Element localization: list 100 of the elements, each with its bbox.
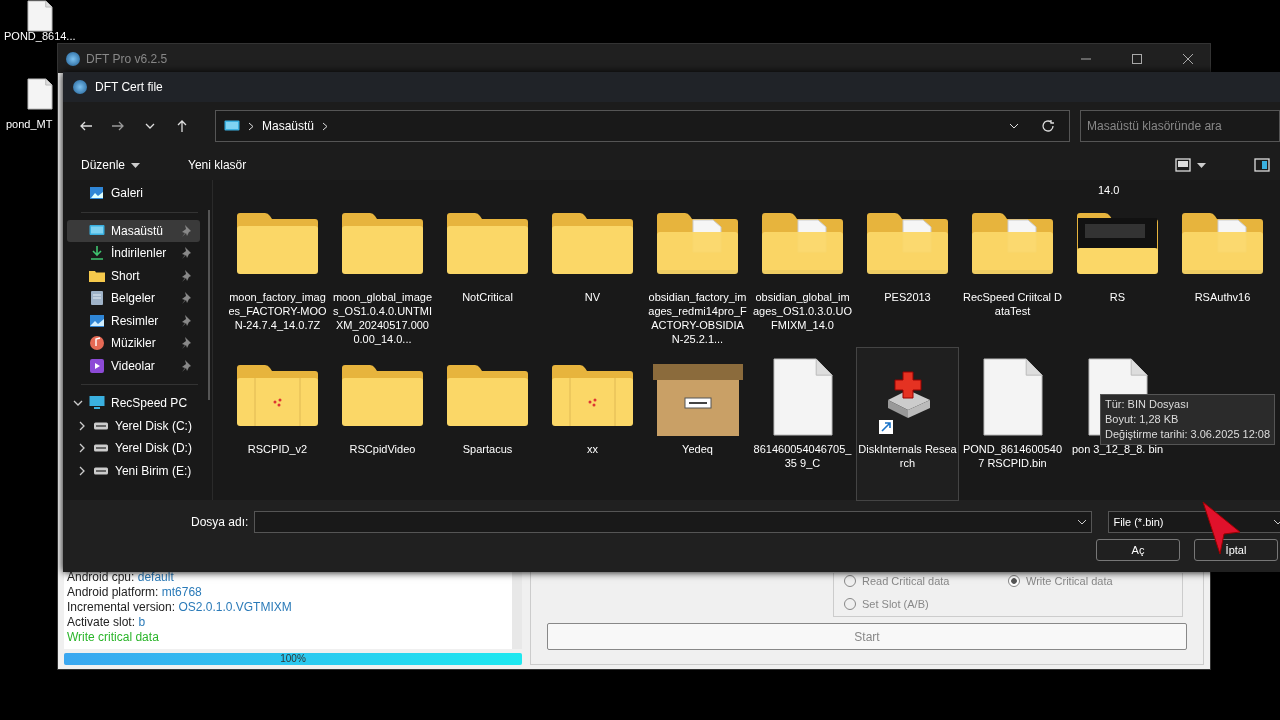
dropdown-caret-icon (1077, 519, 1088, 525)
file-item[interactable]: Spartacus (437, 348, 538, 500)
folder-with-document-icon (760, 212, 845, 274)
file-name: 14.0 (1098, 183, 1120, 198)
file-item[interactable]: RSCpidVideo (332, 348, 433, 500)
caret-icon (131, 162, 141, 168)
folder-icon (550, 364, 635, 426)
file-item[interactable]: RSAuthv16 (1172, 196, 1273, 348)
log-line: Android cpu: default (67, 570, 175, 585)
refresh-icon (1041, 119, 1055, 133)
dialog-title: DFT Cert file (95, 79, 163, 96)
preview-pane-icon (1254, 158, 1270, 172)
file-item[interactable]: moon_global_images_OS1.0.4.0.UNTMIXM_20240517.0000.00_14.0... (332, 196, 433, 348)
collapsed-chevron-icon[interactable] (77, 420, 87, 431)
download-icon (89, 245, 105, 262)
chevron-icon (322, 121, 329, 131)
folder-icon (445, 212, 530, 274)
sidebar-item[interactable]: Yeni Birim (E:) (67, 459, 200, 482)
folder-icon (445, 364, 530, 426)
file-item[interactable]: 861460054046705_35 9_C (752, 348, 853, 500)
sidebar-item[interactable]: Resimler (67, 309, 200, 332)
sidebar-item[interactable]: İndirilenler (67, 242, 200, 265)
folder-icon (235, 212, 320, 274)
back-arrow-icon (79, 119, 93, 133)
field-label: Dosya adı: (191, 514, 249, 531)
sidebar-item[interactable]: Belgeler (67, 287, 200, 310)
file-name-field[interactable] (254, 511, 1093, 533)
folder-with-document-icon (970, 212, 1055, 274)
caret-icon (1197, 162, 1206, 168)
file-item[interactable]: NotCritical (437, 196, 538, 348)
desktop-icon (224, 120, 240, 132)
view-icon (1175, 158, 1191, 172)
music-icon (89, 335, 105, 352)
tooltip-line: Değiştirme tarihi: 3.06.2025 12:08 (1105, 427, 1271, 442)
sidebar-item[interactable]: Galeri (67, 182, 200, 205)
folder-with-document-icon (655, 212, 740, 274)
breadcrumb-item[interactable]: Masaüstü (262, 117, 315, 135)
computer-icon (89, 395, 105, 412)
chevron-icon (248, 121, 254, 131)
file-icon (772, 358, 833, 436)
drive-icon (93, 466, 109, 475)
folder-icon (235, 364, 320, 426)
sidebar-item[interactable]: Short (67, 264, 200, 287)
file-item[interactable]: POND_8614600540 7 RSCPID.bin (962, 348, 1063, 500)
video-icon (89, 357, 105, 374)
folder-with-screenshot-icon (1075, 212, 1160, 274)
up-arrow-icon (175, 119, 189, 133)
open-button[interactable]: Aç (1096, 539, 1180, 561)
file-item[interactable]: RS (1067, 196, 1168, 348)
collapsed-chevron-icon[interactable] (77, 443, 87, 454)
desktop-icon-label[interactable]: POND_8614... (4, 30, 76, 42)
file-item[interactable]: moon_factory_images_FACTORY-MOON-24.7.4_14.0.7Z (227, 196, 328, 348)
file-item[interactable]: NV (542, 196, 643, 348)
window-title: DFT Pro v6.2.5 (86, 50, 169, 68)
search-field[interactable]: Masaüstü klasöründe ara (1080, 110, 1280, 142)
file-item[interactable]: RecSpeed Criitcal DataTest (962, 196, 1063, 348)
log-line: Incremental version: OS2.0.1.0.VGTMIXM (67, 600, 293, 615)
cancel-button[interactable]: İptal (1194, 539, 1278, 561)
log-line: Android platform: mt6768 (67, 585, 203, 600)
file-icon (982, 358, 1043, 436)
app-logo-icon (66, 51, 80, 66)
file-item[interactable]: PES2013 (857, 196, 958, 348)
log-line: Activate slot: b (67, 615, 147, 630)
address-bar[interactable]: Masaüstü (215, 110, 1070, 142)
maximize-icon (1130, 53, 1143, 66)
sidebar-item[interactable]: Videolar (67, 354, 200, 377)
tooltip-line: Boyut: 1,28 KB (1105, 412, 1180, 427)
log-line: Write critical data (67, 630, 160, 645)
sidebar-item[interactable]: Masaüstü (67, 219, 200, 242)
forward-arrow-icon (111, 119, 125, 133)
organize-menu-button[interactable]: Düzenle (71, 156, 151, 174)
file-item[interactable]: obsidian_global_images_OS1.0.3.0.UOFMIXM_14.0 (752, 196, 853, 348)
desktop-icon-label[interactable]: pond_MT (6, 118, 53, 130)
sidebar-item[interactable]: RecSpeed PC (67, 392, 200, 415)
drive-icon (93, 444, 109, 453)
dropdown-caret-icon (1273, 519, 1280, 525)
drive-icon (93, 421, 109, 430)
app-logo-icon (73, 80, 87, 94)
new-folder-button[interactable]: Yeni klasör (178, 156, 257, 174)
file-icon (27, 0, 53, 32)
document-icon (89, 290, 105, 307)
file-item[interactable]: xx (542, 348, 643, 500)
folder-icon (340, 212, 425, 274)
close-icon (1181, 53, 1194, 66)
start-button[interactable]: Start (547, 623, 1187, 650)
progress-reading: 100% (279, 653, 307, 665)
file-item[interactable]: DiskInternals Research (857, 348, 958, 500)
radio-button[interactable] (1008, 575, 1020, 588)
sidebar-item[interactable]: Müzikler (67, 332, 200, 355)
file-item[interactable]: Yedeq (647, 348, 748, 500)
sidebar-item[interactable]: Yerel Disk (C:) (67, 414, 200, 437)
file-item[interactable]: RSCPID_v2 (227, 348, 328, 500)
folder-icon (550, 212, 635, 274)
folder-with-document-icon (1180, 212, 1265, 274)
folder-icon (340, 364, 425, 426)
folder-with-document-icon (865, 212, 950, 274)
file-item[interactable]: obsidian_factory_images_redmi14pro_FACTORY-OBSIDIAN-25.2.1... (647, 196, 748, 348)
sidebar-item[interactable]: Yerel Disk (D:) (67, 437, 200, 460)
collapsed-chevron-icon[interactable] (77, 465, 87, 476)
file-icon (27, 78, 53, 110)
